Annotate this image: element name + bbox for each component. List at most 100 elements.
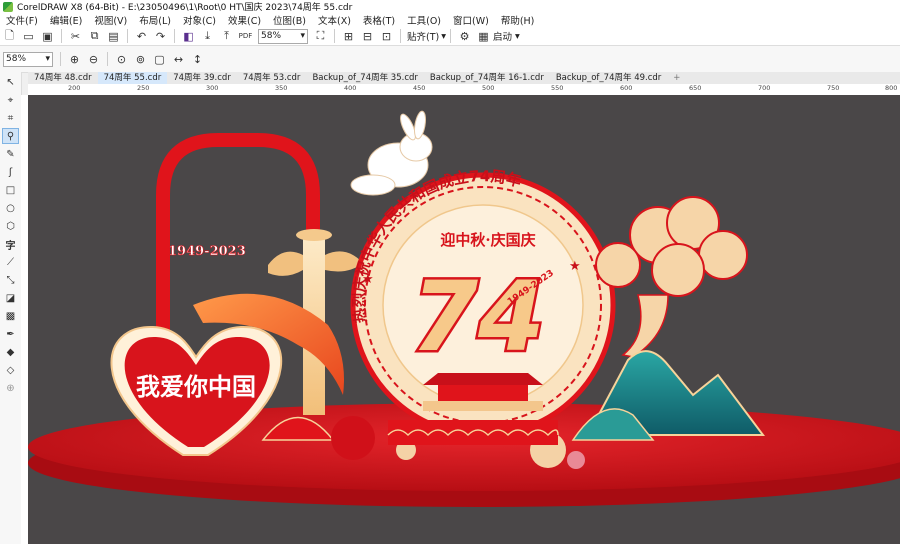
menu-object[interactable]: 对象(C): [177, 13, 222, 27]
menu-tools[interactable]: 工具(O): [401, 13, 447, 27]
ruler-tick-label: 700: [758, 84, 771, 92]
year-tag-text[interactable]: 1949-2023: [168, 244, 246, 260]
show-rulers-icon[interactable]: ⊞: [341, 29, 356, 44]
palace-roof[interactable]: [423, 373, 543, 385]
auspicious-cloud[interactable]: [595, 196, 748, 358]
show-grid-icon[interactable]: ⊟: [360, 29, 375, 44]
ruler-tick-label: 350: [275, 84, 288, 92]
polygon-tool-icon[interactable]: ⬡: [2, 218, 19, 234]
interactive-fill-tool-icon[interactable]: ◆: [2, 344, 19, 360]
document-tab[interactable]: 74周年 48.cdr: [28, 72, 98, 84]
chevron-down-icon: ▾: [300, 31, 305, 41]
text-tool-icon[interactable]: 字: [2, 236, 19, 252]
menu-text[interactable]: 文本(X): [312, 13, 357, 27]
ruler-tick-label: 300: [206, 84, 219, 92]
property-zoom-combo[interactable]: 58% ▾: [3, 51, 53, 67]
menu-effects[interactable]: 效果(C): [222, 13, 267, 27]
palace-base[interactable]: [423, 401, 543, 411]
big-number-74[interactable]: 74: [409, 259, 548, 376]
ruler-tick-label: 650: [689, 84, 702, 92]
zoom-out-icon[interactable]: ⊖: [86, 52, 101, 67]
corel-connect-icon[interactable]: ◧: [181, 29, 196, 44]
rectangle-tool-icon[interactable]: □: [2, 182, 19, 198]
menu-help[interactable]: 帮助(H): [495, 13, 541, 27]
zoom-to-selected-icon[interactable]: ⊙: [114, 52, 129, 67]
new-document-icon[interactable]: 🗋: [2, 29, 17, 44]
menu-view[interactable]: 视图(V): [88, 13, 133, 27]
smart-fill-tool-icon[interactable]: ◇: [2, 362, 19, 378]
full-screen-icon[interactable]: ⛶: [313, 29, 328, 44]
cut-icon[interactable]: ✂: [68, 29, 83, 44]
launch-button[interactable]: 启动: [493, 29, 512, 43]
zoom-to-all-objects-icon[interactable]: ⊚: [133, 52, 148, 67]
toolbar-divider: [61, 29, 62, 43]
zoom-level-combo[interactable]: 58% ▾: [258, 28, 308, 44]
document-tab[interactable]: Backup_of_74周年 49.cdr: [550, 72, 667, 84]
menu-layout[interactable]: 布局(L): [133, 13, 177, 27]
transparency-tool-icon[interactable]: ▩: [2, 308, 19, 324]
ruler-tick-label: 750: [827, 84, 840, 92]
export-icon[interactable]: ⤒: [219, 29, 234, 44]
paste-icon[interactable]: ▤: [106, 29, 121, 44]
rabbit-cloud[interactable]: [350, 174, 396, 196]
chevron-down-icon: ▾: [441, 30, 446, 42]
add-tool-icon[interactable]: ⊕: [2, 380, 19, 396]
toolbar-divider: [334, 29, 335, 43]
menu-bitmaps[interactable]: 位图(B): [267, 13, 312, 27]
huabiao-cloud-left[interactable]: [268, 251, 303, 276]
red-sphere-large[interactable]: [331, 416, 375, 460]
property-bar: 58% ▾ ⊕ ⊖ ⊙ ⊚ ▢ ↔ ↕: [0, 46, 900, 73]
chevron-down-icon: ▾: [45, 54, 50, 64]
document-tab-active[interactable]: 74周年 55.cdr: [97, 72, 168, 84]
open-icon[interactable]: ▭: [21, 29, 36, 44]
freehand-tool-icon[interactable]: ✎: [2, 146, 19, 162]
show-guidelines-icon[interactable]: ⊡: [379, 29, 394, 44]
menu-edit[interactable]: 编辑(E): [44, 13, 88, 27]
zoom-to-page-icon[interactable]: ▢: [152, 52, 167, 67]
palace-body[interactable]: [438, 385, 528, 403]
crop-tool-icon[interactable]: ⌗: [2, 110, 19, 126]
copy-icon[interactable]: ⧉: [87, 29, 102, 44]
huabiao-top[interactable]: [296, 229, 332, 241]
zoom-to-page-width-icon[interactable]: ↔: [171, 52, 186, 67]
document-tab[interactable]: Backup_of_74周年 35.cdr: [306, 72, 423, 84]
heart-slogan-text[interactable]: 我爱你中国: [136, 372, 256, 401]
toolbar-divider: [60, 52, 61, 66]
new-tab-plus-icon[interactable]: +: [667, 72, 686, 84]
menu-file[interactable]: 文件(F): [0, 13, 44, 27]
options-gear-icon[interactable]: ⚙: [457, 29, 472, 44]
menu-table[interactable]: 表格(T): [357, 13, 401, 27]
pick-tool-icon[interactable]: ↖: [2, 74, 19, 90]
snap-to-button[interactable]: 贴齐(T): [405, 29, 441, 43]
ruler-tick-label: 600: [620, 84, 633, 92]
shape-tool-icon[interactable]: ⌖: [2, 92, 19, 108]
document-tab[interactable]: Backup_of_74周年 16-1.cdr: [424, 72, 550, 84]
wave-pattern-base[interactable]: [388, 420, 558, 445]
eyedropper-tool-icon[interactable]: ✒: [2, 326, 19, 342]
menu-window[interactable]: 窗口(W): [447, 13, 495, 27]
document-tab[interactable]: 74周年 53.cdr: [237, 72, 307, 84]
parallel-dimension-tool-icon[interactable]: ⟋: [2, 254, 19, 270]
zoom-tool-icon[interactable]: ⚲: [2, 128, 19, 144]
star-left-icon: ★: [362, 272, 374, 287]
import-icon[interactable]: ⤓: [200, 29, 215, 44]
star-right-icon: ★: [569, 259, 581, 274]
pink-sphere[interactable]: [567, 451, 585, 469]
undo-icon[interactable]: ↶: [134, 29, 149, 44]
drawing-canvas[interactable]: 1949-2023 我爱你中国 热烈庆祝中华人民共和国成立74周年 ★ ★ 迎中…: [28, 95, 900, 544]
application-launcher-icon[interactable]: ▦: [476, 29, 491, 44]
ellipse-tool-icon[interactable]: ○: [2, 200, 19, 216]
connector-tool-icon[interactable]: ⤡: [2, 272, 19, 288]
slogan-text[interactable]: 迎中秋·庆国庆: [440, 231, 535, 249]
drop-shadow-tool-icon[interactable]: ◪: [2, 290, 19, 306]
redo-icon[interactable]: ↷: [153, 29, 168, 44]
publish-pdf-icon[interactable]: PDF: [238, 29, 253, 44]
document-tab[interactable]: 74周年 39.cdr: [167, 72, 237, 84]
zoom-to-page-height-icon[interactable]: ↕: [190, 52, 205, 67]
toolbar-divider: [400, 29, 401, 43]
artistic-media-tool-icon[interactable]: ʃ: [2, 164, 19, 180]
save-icon[interactable]: ▣: [40, 29, 55, 44]
ruler-tick-label: 800: [885, 84, 898, 92]
ruler-tick-label: 200: [68, 84, 81, 92]
zoom-in-icon[interactable]: ⊕: [67, 52, 82, 67]
